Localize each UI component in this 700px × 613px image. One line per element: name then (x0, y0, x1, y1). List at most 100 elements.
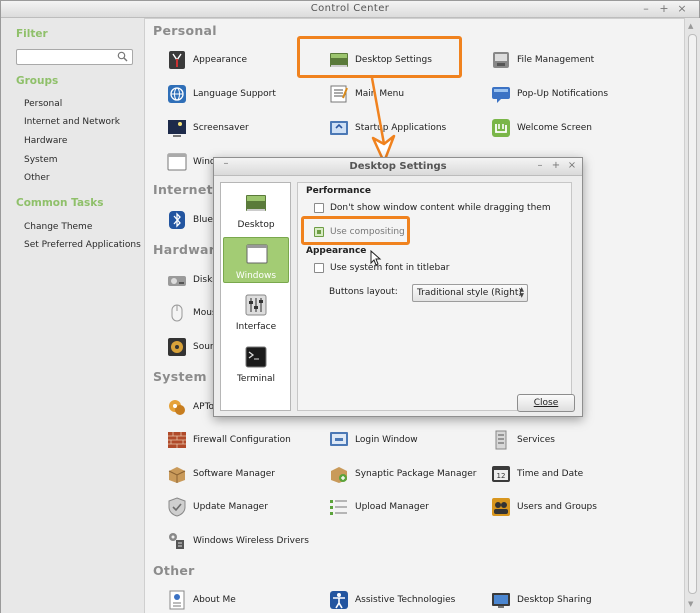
item-synaptic-package-manager[interactable]: Synaptic Package Manager (329, 463, 476, 485)
section-system-title: System (153, 369, 207, 384)
group-internet-network[interactable]: Internet and Network (24, 117, 120, 127)
dialog-settings-panel: Performance Don't show window content wh… (297, 182, 575, 412)
item-label: Update Manager (193, 502, 268, 512)
windows-icon (167, 153, 187, 171)
nav-interface[interactable]: Interface (223, 289, 289, 335)
group-system[interactable]: System (24, 155, 58, 165)
file-management-icon (493, 52, 509, 68)
groups-heading: Groups (16, 75, 59, 87)
item-login-window[interactable]: Login Window (329, 429, 418, 451)
nav-windows-label: Windows (235, 271, 277, 281)
item-windows[interactable]: Wind (167, 151, 216, 173)
item-label: Login Window (355, 435, 418, 445)
item-services[interactable]: Services (491, 429, 555, 451)
nav-desktop[interactable]: Desktop (223, 187, 289, 233)
section-personal-title: Personal (153, 23, 217, 38)
item-desktop-sharing[interactable]: Desktop Sharing (491, 589, 592, 611)
item-popup-notifications[interactable]: Pop-Up Notifications (491, 83, 608, 105)
scroll-up-icon[interactable]: ▲ (688, 22, 693, 30)
bluetooth-icon (169, 211, 185, 229)
item-label: File Management (517, 55, 595, 65)
item-time-and-date[interactable]: 12 Time and Date (491, 463, 583, 485)
item-about-me[interactable]: About Me (167, 589, 236, 611)
sound-icon (168, 338, 186, 356)
dialog-close-button[interactable]: × (566, 160, 578, 172)
group-hardware[interactable]: Hardware (24, 136, 67, 146)
dialog-titlebar[interactable]: – Desktop Settings – + × (214, 158, 582, 176)
item-label: Upload Manager (355, 502, 429, 512)
item-label: Software Manager (193, 469, 275, 479)
use-compositing-checkbox[interactable] (314, 227, 324, 237)
item-label: Synaptic Package Manager (355, 469, 477, 479)
mouse-pointer-icon (370, 250, 382, 266)
wireless-drivers-icon (169, 533, 184, 549)
filter-input[interactable] (20, 51, 115, 64)
window-title: Control Center (310, 3, 390, 14)
system-font-checkbox[interactable] (314, 263, 324, 273)
dialog-maximize-button[interactable]: + (550, 160, 562, 172)
maximize-button[interactable]: + (657, 2, 671, 16)
item-welcome-screen[interactable]: Welcome Screen (491, 117, 592, 139)
desktop-sharing-icon (492, 593, 510, 608)
search-icon[interactable] (117, 51, 128, 62)
minimize-button[interactable]: – (639, 2, 653, 16)
task-change-theme[interactable]: Change Theme (24, 222, 92, 232)
item-appearance[interactable]: Appearance (167, 49, 247, 71)
item-assistive-technologies[interactable]: Assistive Technologies (329, 589, 455, 611)
close-dialog-button[interactable]: Close (517, 394, 575, 412)
scrollbar[interactable]: ▲ ▼ (684, 18, 700, 613)
nav-terminal-label: Terminal (236, 374, 276, 384)
task-set-preferred-applications[interactable]: Set Preferred Applications (24, 240, 141, 250)
group-other[interactable]: Other (24, 173, 50, 183)
item-apton[interactable]: APTon (167, 396, 220, 418)
item-file-management[interactable]: File Management (491, 49, 594, 71)
software-manager-icon (168, 467, 186, 483)
nav-interface-label: Interface (235, 322, 277, 332)
dont-show-content-checkbox[interactable] (314, 203, 324, 213)
scroll-down-icon[interactable]: ▼ (688, 600, 693, 608)
dialog-minimize-button[interactable]: – (534, 160, 546, 172)
buttons-layout-select[interactable]: Traditional style (Right) ▲ ▼ (412, 284, 528, 302)
item-label: Pop-Up Notifications (517, 89, 609, 99)
item-label: Language Support (193, 89, 276, 99)
item-upload-manager[interactable]: Upload Manager (329, 496, 429, 518)
use-compositing-checkbox-row[interactable]: Use compositing (314, 227, 405, 237)
dont-show-content-checkbox-row[interactable]: Don't show window content while dragging… (314, 203, 551, 213)
item-sound[interactable]: Soun (167, 336, 216, 358)
buttons-layout-value: Traditional style (Right) (417, 288, 522, 298)
item-label: Windows Wireless Drivers (193, 536, 309, 546)
nav-windows[interactable]: Windows (223, 237, 289, 283)
apton-icon (169, 400, 185, 415)
item-label: Users and Groups (517, 502, 597, 512)
item-language-support[interactable]: Language Support (167, 83, 276, 105)
item-bluetooth[interactable]: Bluet (167, 209, 216, 231)
item-firewall-configuration[interactable]: Firewall Configuration (167, 429, 291, 451)
nav-terminal[interactable]: Terminal (223, 341, 289, 387)
close-button[interactable]: × (675, 2, 689, 16)
item-label: Appearance (193, 55, 248, 65)
time-date-icon: 12 (492, 466, 510, 482)
item-desktop-settings[interactable]: Desktop Settings (329, 49, 432, 71)
filter-field[interactable] (16, 49, 133, 65)
desktop-settings-icon (330, 53, 348, 67)
buttons-layout-label: Buttons layout: (329, 287, 398, 297)
appearance-icon (169, 51, 185, 69)
item-label: Assistive Technologies (355, 595, 456, 605)
dialog-title: Desktop Settings (349, 161, 447, 172)
scrollbar-thumb[interactable] (688, 34, 697, 594)
item-software-manager[interactable]: Software Manager (167, 463, 275, 485)
appearance-heading: Appearance (306, 246, 367, 256)
item-update-manager[interactable]: Update Manager (167, 496, 268, 518)
titlebar[interactable]: Control Center – + × (1, 1, 699, 18)
screensaver-icon (168, 120, 186, 137)
item-screensaver[interactable]: Screensaver (167, 117, 249, 139)
group-personal[interactable]: Personal (24, 99, 62, 109)
synaptic-icon (331, 467, 347, 483)
main-menu-icon (330, 85, 348, 103)
item-windows-wireless-drivers[interactable]: Windows Wireless Drivers (167, 530, 309, 552)
filter-heading: Filter (16, 28, 48, 40)
desktop-settings-dialog: – Desktop Settings – + × Desktop Windows… (213, 157, 583, 417)
item-users-and-groups[interactable]: Users and Groups (491, 496, 597, 518)
item-disks[interactable]: Disks (167, 269, 217, 291)
item-mouse[interactable]: Mous (167, 302, 217, 324)
